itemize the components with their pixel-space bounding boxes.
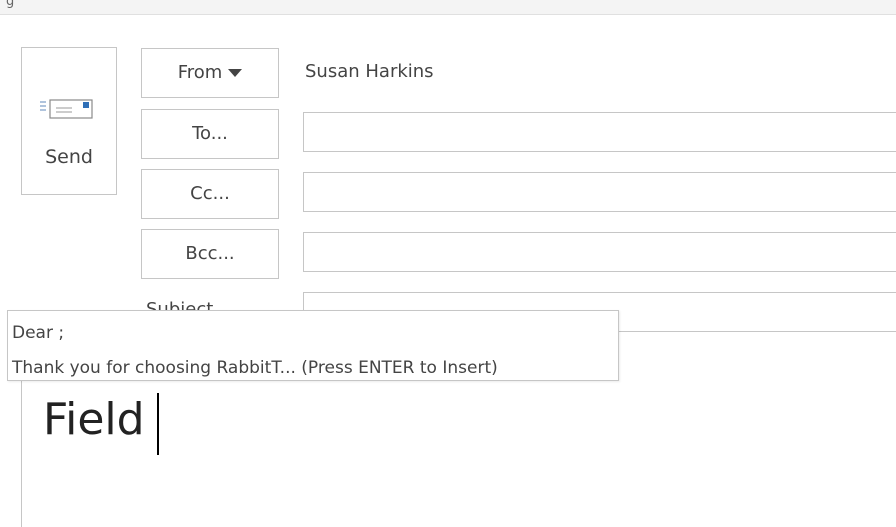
window-top-strip: g (0, 0, 896, 15)
autotext-line-1: Dear ; (12, 323, 65, 343)
cc-label: Cc... (190, 183, 230, 204)
to-label: To... (192, 123, 228, 144)
text-cursor (157, 393, 159, 455)
from-value: Susan Harkins (305, 61, 434, 82)
bcc-button[interactable]: Bcc... (141, 229, 279, 279)
bcc-input[interactable] (303, 232, 896, 272)
caret-down-icon (228, 69, 243, 77)
to-input[interactable] (303, 112, 896, 152)
autotext-line-2: Thank you for choosing RabbitT... (Press… (12, 358, 498, 378)
from-label: From (177, 62, 223, 83)
top-strip-glyph: g (6, 0, 15, 9)
bcc-label: Bcc... (185, 243, 235, 264)
to-button[interactable]: To... (141, 109, 279, 159)
send-button[interactable]: Send (21, 47, 117, 195)
send-label: Send (45, 146, 93, 168)
autotext-tooltip[interactable]: Dear ; Thank you for choosing RabbitT...… (7, 310, 619, 381)
cc-button[interactable]: Cc... (141, 169, 279, 219)
cc-input[interactable] (303, 172, 896, 212)
body-text: Field (43, 394, 145, 445)
from-button[interactable]: From (141, 48, 279, 98)
send-envelope-icon (40, 99, 93, 119)
